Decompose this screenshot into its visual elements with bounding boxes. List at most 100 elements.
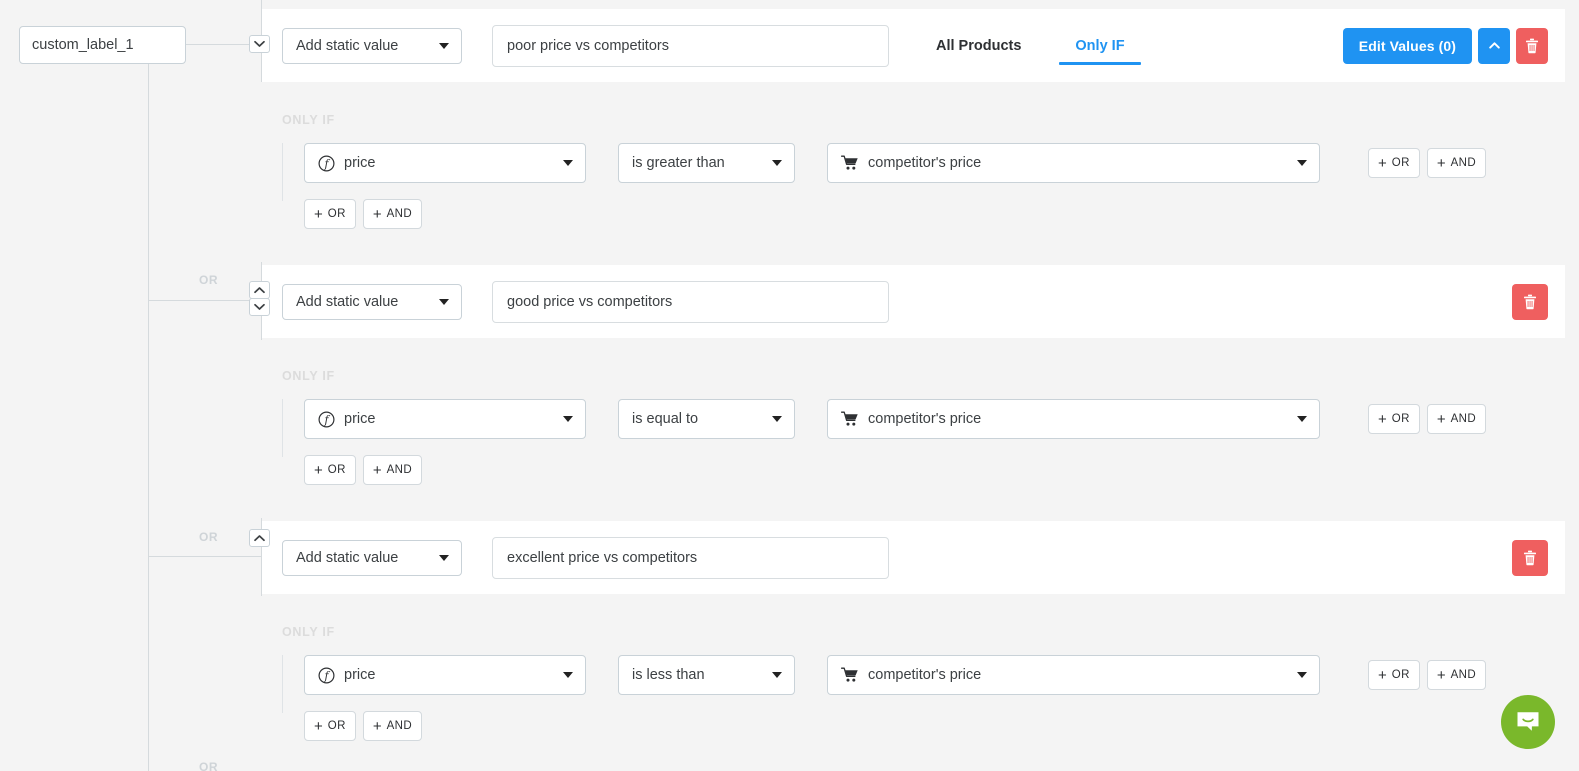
chevron-down-icon bbox=[772, 160, 782, 166]
rule-group-2: Add static value ONLY IF bbox=[262, 265, 1565, 485]
condition-field-select-2[interactable]: f price bbox=[304, 399, 586, 439]
only-if-label-3: ONLY IF bbox=[282, 625, 335, 639]
plus-icon: + bbox=[1378, 410, 1387, 428]
condition-wrap-1: f price is greater than competitor's pri… bbox=[282, 143, 1565, 201]
condition-value-label-2: competitor's price bbox=[868, 411, 982, 427]
move-down-button-2[interactable] bbox=[249, 298, 270, 316]
function-f-icon: f bbox=[318, 410, 335, 428]
intercom-chat-launcher[interactable] bbox=[1501, 695, 1555, 749]
add-and-block-button-3[interactable]: + AND bbox=[362, 711, 423, 741]
add-and-condition-button-3[interactable]: + AND bbox=[1426, 660, 1487, 690]
add-and-label: AND bbox=[1450, 157, 1477, 169]
add-and-block-button-1[interactable]: + AND bbox=[362, 199, 423, 229]
delete-rule-button[interactable] bbox=[1516, 27, 1548, 64]
rule-group-body-3: ONLY IF f price is less than competitor'… bbox=[262, 594, 1565, 741]
function-f-icon: f bbox=[318, 154, 335, 172]
custom-label-field[interactable]: custom_label_1 bbox=[19, 26, 186, 64]
plus-icon: + bbox=[1378, 154, 1387, 172]
chevron-down-icon bbox=[439, 298, 449, 305]
plus-icon: + bbox=[1436, 666, 1446, 684]
condition-field-select-3[interactable]: f price bbox=[304, 655, 586, 695]
delete-group-button-3[interactable] bbox=[1512, 539, 1548, 576]
tree-branch-line-3 bbox=[148, 556, 261, 557]
chevron-down-icon bbox=[1297, 160, 1307, 166]
chevron-down-icon bbox=[439, 42, 449, 49]
chevron-down-icon bbox=[439, 554, 449, 561]
only-if-label-2: ONLY IF bbox=[282, 369, 335, 383]
plus-icon: + bbox=[1436, 154, 1446, 172]
chevron-down-icon bbox=[563, 672, 573, 678]
add-and-condition-button-2[interactable]: + AND bbox=[1426, 404, 1487, 434]
group-join-label-2: OR bbox=[199, 530, 219, 544]
add-or-label: OR bbox=[1391, 413, 1410, 425]
add-or-block-button-3[interactable]: + OR bbox=[304, 711, 356, 741]
chevron-down-icon bbox=[772, 672, 782, 678]
condition-field-select-1[interactable]: f price bbox=[304, 143, 586, 183]
value-type-select-2[interactable]: Add static value bbox=[282, 283, 462, 320]
group-reorder-stepper-2[interactable] bbox=[249, 281, 270, 316]
add-or-label: OR bbox=[327, 720, 346, 732]
tab-all-products[interactable]: All Products bbox=[932, 9, 1025, 82]
add-and-label: AND bbox=[1450, 413, 1477, 425]
group-actions-1: Edit Values (0) bbox=[1342, 9, 1548, 82]
collapse-button[interactable] bbox=[1478, 27, 1510, 64]
condition-operator-label-2: is equal to bbox=[632, 411, 699, 427]
static-value-input-1[interactable] bbox=[492, 24, 889, 67]
condition-field-label-2: price bbox=[344, 411, 376, 427]
chevron-up-icon bbox=[254, 287, 265, 294]
static-value-input-3[interactable] bbox=[492, 536, 889, 579]
chevron-down-icon bbox=[254, 40, 265, 47]
condition-value-select-3[interactable]: competitor's price bbox=[827, 655, 1320, 695]
rule-group-body-1: ONLY IF f price is greater than competit… bbox=[262, 82, 1565, 229]
condition-value-label-3: competitor's price bbox=[868, 667, 982, 683]
move-down-button-1[interactable] bbox=[249, 35, 270, 53]
chevron-down-icon bbox=[563, 160, 573, 166]
condition-operator-select-3[interactable]: is less than bbox=[618, 655, 795, 695]
condition-rail-3 bbox=[282, 655, 283, 713]
static-value-input-2[interactable] bbox=[492, 280, 889, 323]
chevron-down-icon bbox=[772, 416, 782, 422]
custom-label-text: custom_label_1 bbox=[32, 37, 134, 53]
plus-icon: + bbox=[314, 205, 323, 223]
add-or-label: OR bbox=[1391, 157, 1410, 169]
plus-icon: + bbox=[372, 205, 382, 223]
rule-builder-canvas: OR OR OR custom_label_1 Add static value… bbox=[0, 0, 1579, 771]
add-and-label: AND bbox=[386, 720, 413, 732]
chevron-up-icon bbox=[1488, 42, 1500, 49]
scope-tabs: All Products Only IF bbox=[932, 9, 1141, 82]
add-or-condition-button-1[interactable]: + OR bbox=[1368, 148, 1420, 178]
tab-only-if[interactable]: Only IF bbox=[1059, 9, 1141, 82]
add-and-block-button-2[interactable]: + AND bbox=[362, 455, 423, 485]
only-if-label-1: ONLY IF bbox=[282, 113, 335, 127]
add-or-label: OR bbox=[1391, 669, 1410, 681]
trash-icon bbox=[1526, 38, 1538, 53]
shopping-cart-icon bbox=[841, 154, 859, 172]
condition-value-select-1[interactable]: competitor's price bbox=[827, 143, 1320, 183]
add-and-label: AND bbox=[1450, 669, 1477, 681]
add-or-condition-button-2[interactable]: + OR bbox=[1368, 404, 1420, 434]
group-reorder-stepper-3[interactable] bbox=[249, 529, 270, 547]
value-type-select-3[interactable]: Add static value bbox=[282, 539, 462, 576]
edit-values-button[interactable]: Edit Values (0) bbox=[1342, 27, 1472, 64]
condition-operator-select-1[interactable]: is greater than bbox=[618, 143, 795, 183]
value-type-select-1[interactable]: Add static value bbox=[282, 27, 462, 64]
tree-trunk-line bbox=[148, 64, 149, 771]
svg-text:f: f bbox=[323, 669, 330, 682]
move-up-button-2[interactable] bbox=[249, 281, 270, 299]
condition-operator-select-2[interactable]: is equal to bbox=[618, 399, 795, 439]
trash-icon bbox=[1524, 550, 1536, 565]
delete-group-button-2[interactable] bbox=[1512, 283, 1548, 320]
block-logic-buttons-2: + OR + AND bbox=[304, 455, 1565, 485]
condition-operator-label-1: is greater than bbox=[632, 155, 725, 171]
add-or-block-button-2[interactable]: + OR bbox=[304, 455, 356, 485]
add-or-block-button-1[interactable]: + OR bbox=[304, 199, 356, 229]
move-up-button-3[interactable] bbox=[249, 529, 270, 547]
condition-value-select-2[interactable]: competitor's price bbox=[827, 399, 1320, 439]
add-or-condition-button-3[interactable]: + OR bbox=[1368, 660, 1420, 690]
tab-all-products-label: All Products bbox=[936, 37, 1022, 54]
add-and-condition-button-1[interactable]: + AND bbox=[1426, 148, 1487, 178]
condition-field-label-3: price bbox=[344, 667, 376, 683]
add-and-label: AND bbox=[386, 464, 413, 476]
group-reorder-stepper-1[interactable] bbox=[249, 35, 270, 53]
inline-logic-buttons-2: + OR + AND bbox=[1368, 404, 1487, 434]
